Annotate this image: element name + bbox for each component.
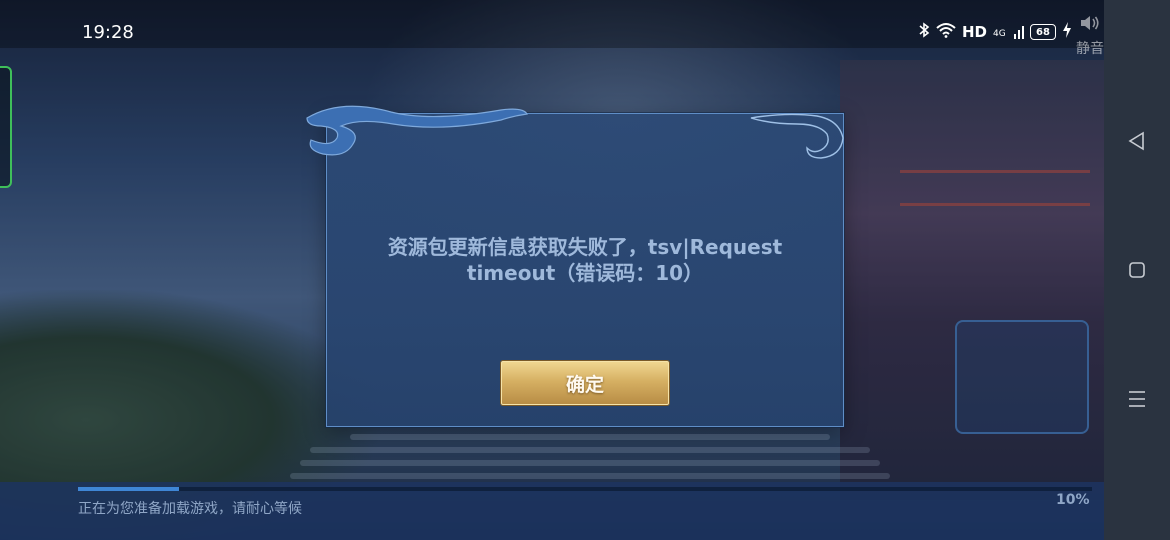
battery-icon: 68: [1030, 24, 1057, 40]
loading-text: 正在为您准备加载游戏，请耐心等候: [78, 501, 302, 517]
status-time: 19:28: [82, 22, 134, 43]
loading-bar: 正在为您准备加载游戏，请耐心等候 10%: [0, 482, 1104, 540]
menu-icon[interactable]: [1126, 388, 1148, 410]
network-type-label: 4G: [993, 29, 1006, 39]
cellular-signal-icon: 4G: [993, 25, 1025, 39]
status-bar: 19:28 HD 4G 68 静音: [0, 0, 1104, 57]
bluetooth-icon: [918, 22, 930, 42]
fine-print-notice: [290, 430, 890, 483]
progress-fill: [78, 487, 180, 491]
system-nav-bar: [1104, 0, 1170, 540]
blurred-notice-text: [290, 434, 890, 479]
home-icon[interactable]: [1126, 259, 1148, 281]
back-icon[interactable]: [1126, 130, 1148, 152]
confirm-button[interactable]: 确定: [501, 361, 669, 405]
loading-percent: 10%: [1056, 492, 1090, 508]
status-icons: HD 4G 68: [918, 22, 1072, 42]
side-float-tab[interactable]: [0, 66, 12, 188]
wifi-icon: [936, 22, 956, 42]
cloud-ornament-right: [750, 113, 844, 159]
progress-track: [78, 487, 1092, 491]
error-message: 资源包更新信息获取失败了，tsv|Request timeout（错误码：10）: [327, 234, 843, 286]
speaker-icon: [1079, 16, 1101, 36]
error-message-line1: 资源包更新信息获取失败了，tsv|Request: [387, 235, 783, 259]
cloud-ornament-left: [306, 105, 528, 156]
error-message-line2: timeout（错误码：10）: [466, 261, 704, 285]
hd-label: HD: [962, 23, 988, 41]
error-dialog: 资源包更新信息获取失败了，tsv|Request timeout（错误码：10）…: [306, 105, 844, 427]
